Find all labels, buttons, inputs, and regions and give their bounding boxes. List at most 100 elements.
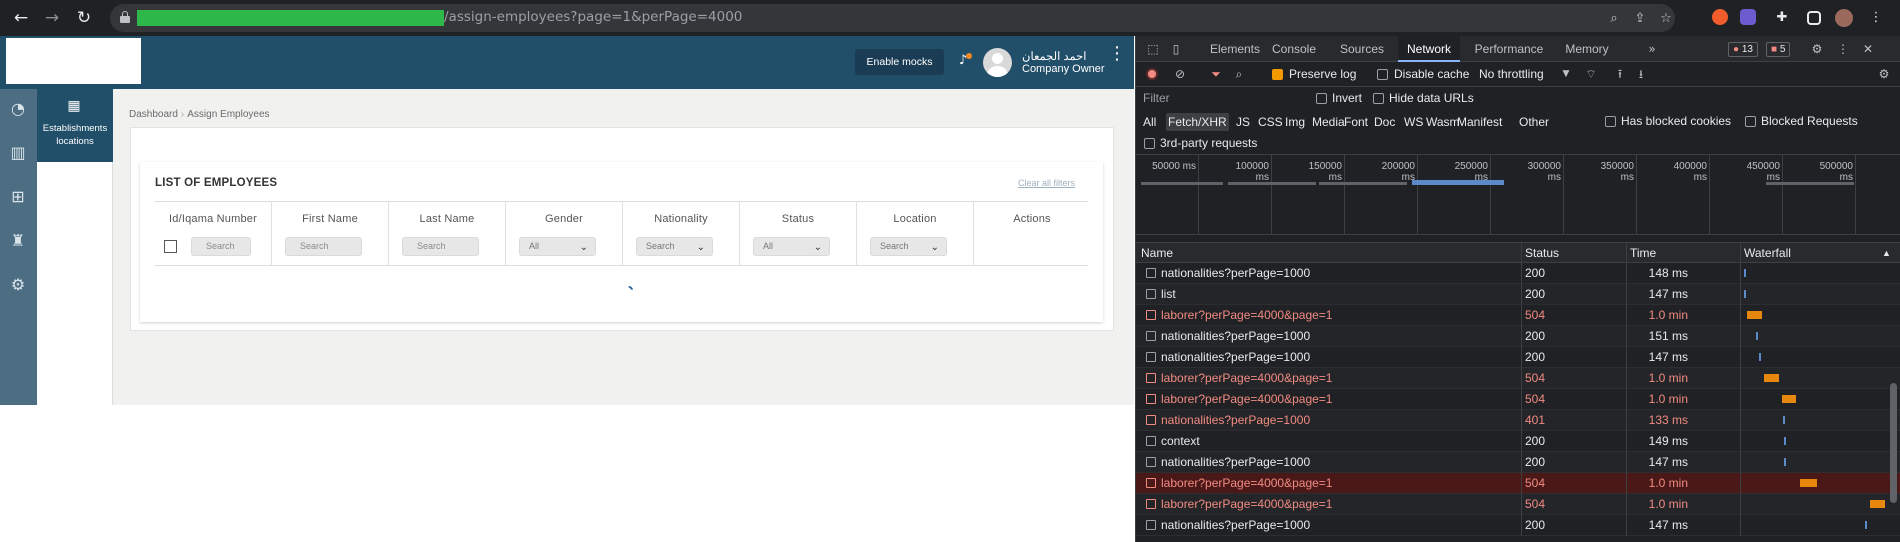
network-request-row[interactable]: laborer?perPage=4000&page=1 504 1.0 min [1136, 305, 1900, 326]
column-filter-select[interactable]: All ⌄ [753, 237, 830, 256]
breadcrumb-dashboard[interactable]: Dashboard [129, 109, 178, 120]
overview-tick-label: 450000 ms [1746, 161, 1780, 183]
column-filter-input[interactable]: Search [191, 237, 251, 256]
network-settings-icon[interactable]: ⚙ [1876, 66, 1892, 82]
settings-gear-icon[interactable]: ⚙ [1809, 41, 1825, 57]
record-icon[interactable] [1146, 68, 1158, 80]
resource-type-filter[interactable]: WS [1402, 113, 1425, 131]
requests-scrollbar[interactable] [1888, 263, 1898, 542]
devtools-tab[interactable]: Network [1398, 36, 1460, 62]
company-logo[interactable] [6, 38, 141, 84]
network-request-row[interactable]: laborer?perPage=4000&page=1 504 1.0 min [1136, 494, 1900, 515]
hide-data-urls-checkbox[interactable] [1373, 93, 1384, 104]
extension-icon[interactable] [1712, 9, 1728, 25]
devtools-tab[interactable]: Elements [1203, 36, 1267, 62]
devtools-tab[interactable]: Memory [1557, 36, 1617, 62]
warning-count-badge[interactable]: ■ 5 [1766, 42, 1791, 57]
extension-icon[interactable] [1740, 9, 1756, 25]
export-har-icon[interactable]: ⭳ [1633, 66, 1649, 82]
devtools-tab[interactable]: Performance [1469, 36, 1549, 62]
resource-type-filter[interactable]: All [1141, 113, 1158, 131]
devtools-tab[interactable]: Sources [1334, 36, 1390, 62]
column-filter-input[interactable]: Search [402, 237, 479, 256]
column-header-waterfall[interactable]: Waterfall [1744, 246, 1791, 260]
column-filter-input[interactable]: Search [285, 237, 362, 256]
resource-type-filter[interactable]: Manifest [1455, 113, 1504, 131]
column-header-time[interactable]: Time [1630, 246, 1656, 260]
reload-icon[interactable]: ↻ [73, 7, 95, 29]
resource-type-filter[interactable]: Img [1283, 113, 1307, 131]
invert-label: Invert [1332, 91, 1363, 105]
request-name: nationalities?perPage=1000 [1161, 329, 1311, 343]
resource-type-filter[interactable]: Other [1517, 113, 1551, 131]
buildings-icon[interactable]: ▥ [6, 141, 30, 165]
zoom-icon[interactable]: ⌕ [1606, 11, 1622, 27]
settings-gear-icon[interactable]: ⚙ [6, 273, 30, 297]
invert-checkbox[interactable] [1316, 93, 1327, 104]
extensions-puzzle-icon[interactable]: ✚ [1774, 10, 1790, 26]
address-bar[interactable]: /assign-employees?page=1&perPage=4000 ⌕ … [110, 4, 1675, 32]
network-request-row[interactable]: laborer?perPage=4000&page=1 504 1.0 min [1136, 389, 1900, 410]
column-divider [1740, 243, 1741, 264]
preserve-log-checkbox[interactable] [1272, 69, 1283, 80]
forward-icon[interactable]: → [41, 7, 63, 29]
enable-mocks-button[interactable]: Enable mocks [855, 49, 944, 75]
network-request-row[interactable]: nationalities?perPage=1000 200 151 ms [1136, 326, 1900, 347]
disable-cache-checkbox[interactable] [1377, 69, 1388, 80]
profile-avatar-icon[interactable] [1835, 9, 1853, 27]
resource-type-filter[interactable]: JS [1234, 113, 1252, 131]
apps-icon[interactable]: ⊞ [6, 185, 30, 209]
error-count-badge[interactable]: ● 13 [1728, 42, 1758, 57]
filter-icon[interactable]: ⏷ [1208, 66, 1224, 82]
throttling-select[interactable]: No throttling [1479, 67, 1544, 81]
select-all-checkbox[interactable] [164, 240, 177, 253]
network-request-row[interactable]: laborer?perPage=4000&page=1 504 1.0 min [1136, 473, 1900, 494]
loading-spinner [623, 284, 635, 296]
network-request-row[interactable]: nationalities?perPage=1000 200 147 ms [1136, 452, 1900, 473]
network-request-row[interactable]: laborer?perPage=4000&page=1 504 1.0 min [1136, 368, 1900, 389]
resource-type-filter[interactable]: Fetch/XHR [1166, 113, 1229, 131]
resource-type-filter[interactable]: Doc [1372, 113, 1397, 131]
blocked-requests-checkbox[interactable] [1745, 116, 1756, 127]
column-filter-select[interactable]: Search ⌄ [870, 237, 947, 256]
more-tabs-icon[interactable]: » [1644, 41, 1660, 57]
workers-icon[interactable]: ♜ [6, 229, 30, 253]
clear-filters-link[interactable]: Clear all filters [1018, 178, 1075, 188]
bookmark-star-icon[interactable]: ☆ [1658, 11, 1674, 27]
dashboard-gauge-icon[interactable]: ◔ [6, 97, 30, 121]
network-request-row[interactable]: nationalities?perPage=1000 200 147 ms [1136, 515, 1900, 536]
third-party-checkbox[interactable] [1144, 138, 1155, 149]
network-request-row[interactable]: list 200 147 ms [1136, 284, 1900, 305]
user-menu-icon[interactable]: ⋮ [1108, 45, 1126, 74]
clear-icon[interactable]: ⊘ [1172, 66, 1188, 82]
resource-type-filter[interactable]: Font [1342, 113, 1370, 131]
scroll-thumb[interactable] [1890, 383, 1897, 503]
has-blocked-cookies-checkbox[interactable] [1605, 116, 1616, 127]
network-conditions-icon[interactable]: ⌔ [1583, 66, 1599, 82]
side-panel-icon[interactable] [1807, 11, 1821, 25]
inspect-element-icon[interactable]: ⬚ [1145, 41, 1161, 57]
network-request-row[interactable]: nationalities?perPage=1000 401 133 ms [1136, 410, 1900, 431]
column-header-name[interactable]: Name [1141, 246, 1173, 260]
column-filter-select[interactable]: All ⌄ [519, 237, 596, 256]
share-icon[interactable]: ⇪ [1632, 11, 1648, 27]
subnav-item-establishments[interactable]: ▦ Establishments locations [37, 89, 113, 162]
import-har-icon[interactable]: ⭱ [1612, 66, 1628, 82]
filter-input[interactable]: Filter [1139, 89, 1299, 108]
user-avatar[interactable] [983, 48, 1012, 77]
column-header-status[interactable]: Status [1525, 246, 1559, 260]
search-icon[interactable]: ⌕ [1231, 66, 1247, 82]
devtools-menu-icon[interactable]: ⋮ [1835, 41, 1851, 57]
network-request-row[interactable]: context 200 149 ms [1136, 431, 1900, 452]
device-toolbar-icon[interactable]: ▯ [1168, 41, 1184, 57]
resource-type-filter[interactable]: CSS [1256, 113, 1285, 131]
network-request-row[interactable]: nationalities?perPage=1000 200 148 ms [1136, 263, 1900, 284]
column-filter-select[interactable]: Search ⌄ [636, 237, 713, 256]
back-icon[interactable]: ← [10, 7, 32, 29]
devtools-tab[interactable]: Console [1264, 36, 1324, 62]
network-request-row[interactable]: nationalities?perPage=1000 200 147 ms [1136, 347, 1900, 368]
network-overview-timeline[interactable]: 50000 ms 100000 ms 150000 ms 200000 ms 25000… [1136, 155, 1900, 235]
browser-menu-icon[interactable]: ⋮ [1868, 10, 1884, 26]
select-value: Search [880, 241, 909, 251]
close-icon[interactable]: ✕ [1860, 41, 1876, 57]
